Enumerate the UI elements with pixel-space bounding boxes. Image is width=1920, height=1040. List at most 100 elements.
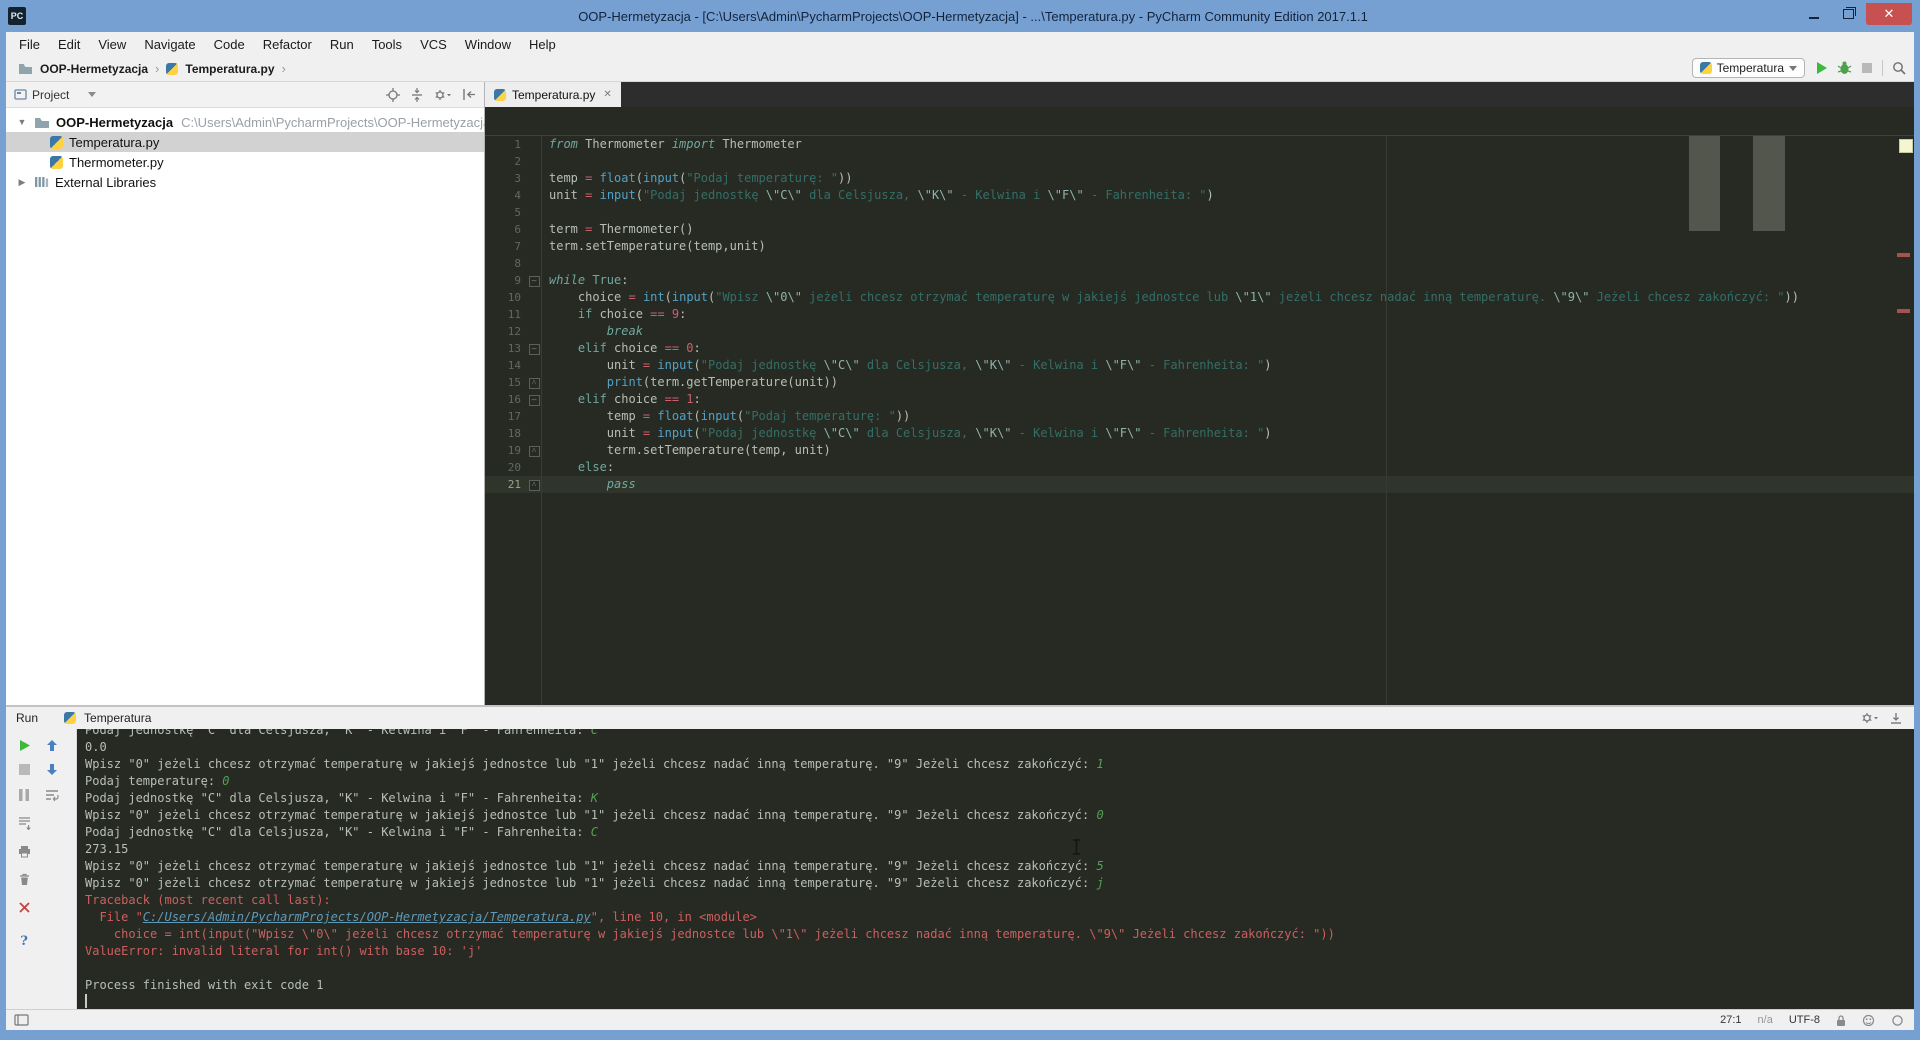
file-label: Thermometer.py (69, 155, 164, 170)
console-line-11: Traceback (most recent call last): (85, 892, 1914, 909)
fold-marker-icon[interactable]: ˄ (529, 480, 540, 491)
pycharm-window: FileEditViewNavigateCodeRefactorRunTools… (6, 32, 1914, 1030)
fold-gutter: ˄ (527, 374, 541, 391)
menu-view[interactable]: View (89, 32, 135, 56)
menu-code[interactable]: Code (205, 32, 254, 56)
close-button[interactable]: ✕ (1866, 3, 1912, 25)
collapse-all-icon[interactable] (411, 88, 423, 102)
locate-icon[interactable] (386, 88, 400, 102)
fold-marker-icon[interactable]: – (529, 276, 540, 287)
error-stripe-mark[interactable] (1897, 253, 1910, 257)
menu-refactor[interactable]: Refactor (254, 32, 321, 56)
editor-line-7: 7term.setTemperature(temp,unit) (485, 238, 1914, 255)
line-number: 21 (485, 476, 527, 493)
help-button[interactable]: ? (16, 933, 32, 949)
hide-panel-icon[interactable] (462, 88, 476, 101)
debug-button[interactable] (1837, 61, 1852, 75)
hide-tool-window-icon[interactable] (1890, 712, 1902, 724)
run-configuration-select[interactable]: Temperatura (1692, 58, 1805, 78)
scroll-to-end-button[interactable] (16, 815, 32, 831)
run-panel-header: Run Temperatura (6, 707, 1914, 729)
menu-help[interactable]: Help (520, 32, 565, 56)
code-text (541, 204, 549, 221)
menu-window[interactable]: Window (456, 32, 520, 56)
breadcrumb-project[interactable]: OOP-Hermetyzacja (40, 62, 148, 76)
line-separator-indicator[interactable]: n/a (1758, 1014, 1773, 1026)
tree-item-thermometer-py[interactable]: Thermometer.py (6, 152, 484, 172)
code-editor[interactable]: 1from Thermometer import Thermometer23te… (485, 107, 1914, 705)
caret-position[interactable]: 27:1 (1720, 1014, 1741, 1026)
text-caret (85, 994, 87, 1008)
code-text: break (541, 323, 643, 340)
settings-gear-icon[interactable] (1861, 711, 1878, 725)
code-text: term.setTemperature(temp, unit) (541, 442, 831, 459)
mouse-ibeam-cursor (1072, 839, 1081, 855)
lock-icon[interactable] (1836, 1014, 1846, 1027)
tree-item-external-libraries[interactable]: ▶External Libraries (6, 172, 484, 192)
line-number: 6 (485, 221, 527, 238)
fold-marker-icon[interactable]: – (529, 344, 540, 355)
fold-gutter: – (527, 391, 541, 408)
code-text: choice = int(input("Wpisz \"0\" jeżeli c… (541, 289, 1799, 306)
traceback-file-link[interactable]: C:/Users/Admin/PycharmProjects/OOP-Herme… (143, 910, 591, 924)
toggle-toolwindows-button[interactable] (14, 1014, 29, 1026)
down-stack-trace-button[interactable] (44, 761, 60, 777)
fold-gutter: – (527, 340, 541, 357)
fold-gutter (527, 255, 541, 272)
code-text: unit = input("Podaj jednostkę \"C\" dla … (541, 357, 1272, 374)
fold-gutter (527, 289, 541, 306)
chevron-down-icon[interactable] (88, 92, 96, 97)
tab-temperatura-py[interactable]: Temperatura.py ✕ (485, 82, 621, 107)
folder-icon (34, 116, 50, 129)
tree-item-temperatura-py[interactable]: Temperatura.py (6, 132, 484, 152)
run-button[interactable] (1814, 61, 1828, 75)
editor-line-19: 19˄ term.setTemperature(temp, unit) (485, 442, 1914, 459)
menu-tools[interactable]: Tools (363, 32, 411, 56)
inspection-indicator-icon[interactable] (1899, 139, 1913, 153)
window-title: OOP-Hermetyzacja - [C:\Users\Admin\Pycha… (26, 9, 1920, 24)
error-stripe-mark[interactable] (1897, 309, 1910, 313)
expand-arrow-icon[interactable]: ▼ (16, 117, 28, 127)
fold-gutter: – (527, 272, 541, 289)
menu-file[interactable]: File (10, 32, 49, 56)
fold-marker-icon[interactable]: – (529, 395, 540, 406)
menu-vcs[interactable]: VCS (411, 32, 456, 56)
fold-marker-icon[interactable]: ˄ (529, 378, 540, 389)
collapse-arrow-icon[interactable]: ▶ (16, 177, 28, 188)
minimize-button[interactable] (1798, 3, 1830, 25)
editor-line-10: 10 choice = int(input("Wpisz \"0\" jeżel… (485, 289, 1914, 306)
file-encoding[interactable]: UTF-8 (1789, 1014, 1820, 1026)
soft-wrap-button[interactable] (44, 787, 60, 803)
line-number: 1 (485, 136, 527, 153)
breadcrumb-file[interactable]: Temperatura.py (185, 62, 274, 76)
search-everywhere-icon[interactable] (1892, 61, 1906, 75)
run-panel-title[interactable]: Run (16, 711, 38, 725)
project-panel-title[interactable]: Project (32, 88, 69, 102)
run-console[interactable]: Podaj jednostkę "C" dla Celsjusza, "K" -… (77, 729, 1914, 1009)
stop-button[interactable] (16, 761, 32, 777)
pause-output-button[interactable] (16, 787, 32, 803)
menu-navigate[interactable]: Navigate (135, 32, 204, 56)
menu-run[interactable]: Run (321, 32, 363, 56)
project-view-icon (14, 88, 27, 101)
clear-all-button[interactable] (16, 871, 32, 887)
settings-gear-icon[interactable] (434, 88, 451, 102)
menu-edit[interactable]: Edit (49, 32, 89, 56)
maximize-button[interactable] (1832, 3, 1864, 25)
background-tasks-icon[interactable] (1891, 1014, 1904, 1027)
fold-gutter (527, 425, 541, 442)
hector-inspections-icon[interactable] (1862, 1014, 1875, 1027)
rerun-button[interactable] (16, 737, 32, 753)
fold-marker-icon[interactable]: ˄ (529, 446, 540, 457)
editor-line-17: 17 temp = float(input("Podaj temperaturę… (485, 408, 1914, 425)
tree-item-oop-hermetyzacja[interactable]: ▼OOP-HermetyzacjaC:\Users\Admin\PycharmP… (6, 112, 484, 132)
python-icon (1700, 62, 1712, 74)
run-tab-label[interactable]: Temperatura (84, 711, 151, 725)
close-tab-icon[interactable]: ✕ (603, 89, 611, 100)
code-text: pass (541, 476, 636, 493)
close-console-button[interactable] (16, 899, 32, 915)
print-button[interactable] (16, 843, 32, 859)
minimize-icon (1809, 17, 1819, 19)
up-stack-trace-button[interactable] (44, 737, 60, 753)
stop-button[interactable] (1861, 62, 1873, 74)
